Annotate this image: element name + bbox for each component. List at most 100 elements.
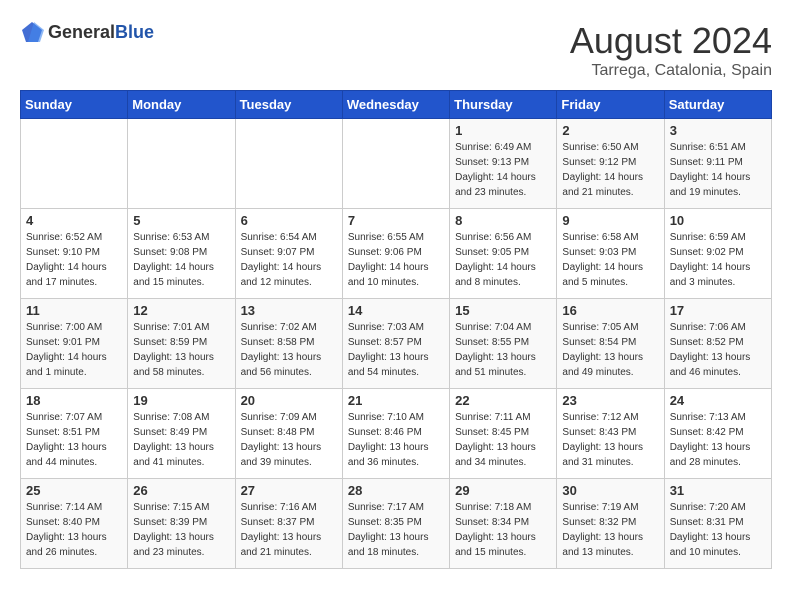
day-info: Sunrise: 7:00 AM Sunset: 9:01 PM Dayligh… (26, 320, 122, 380)
day-info: Sunrise: 6:53 AM Sunset: 9:08 PM Dayligh… (133, 230, 229, 290)
calendar-cell: 30 Sunrise: 7:19 AM Sunset: 8:32 PM Dayli… (557, 479, 664, 569)
day-info: Sunrise: 7:13 AM Sunset: 8:42 PM Dayligh… (670, 410, 766, 470)
weekday-header-wednesday: Wednesday (342, 91, 449, 119)
day-number: 23 (562, 393, 658, 408)
day-number: 16 (562, 303, 658, 318)
title-block: August 2024 Tarrega, Catalonia, Spain (570, 20, 772, 80)
day-info: Sunrise: 6:50 AM Sunset: 9:12 PM Dayligh… (562, 140, 658, 200)
day-number: 28 (348, 483, 444, 498)
day-info: Sunrise: 7:01 AM Sunset: 8:59 PM Dayligh… (133, 320, 229, 380)
day-number: 5 (133, 213, 229, 228)
calendar-cell: 14 Sunrise: 7:03 AM Sunset: 8:57 PM Dayli… (342, 299, 449, 389)
day-info: Sunrise: 6:56 AM Sunset: 9:05 PM Dayligh… (455, 230, 551, 290)
calendar-cell: 1Sunrise: 6:49 AM Sunset: 9:13 PM Daylig… (450, 119, 557, 209)
calendar-cell: 3Sunrise: 6:51 AM Sunset: 9:11 PM Daylig… (664, 119, 771, 209)
logo-general: General (48, 22, 115, 42)
day-number: 27 (241, 483, 337, 498)
day-number: 11 (26, 303, 122, 318)
day-info: Sunrise: 7:20 AM Sunset: 8:31 PM Dayligh… (670, 500, 766, 560)
calendar-cell: 31 Sunrise: 7:20 AM Sunset: 8:31 PM Dayli… (664, 479, 771, 569)
day-info: Sunrise: 7:10 AM Sunset: 8:46 PM Dayligh… (348, 410, 444, 470)
calendar-cell: 17 Sunrise: 7:06 AM Sunset: 8:52 PM Dayli… (664, 299, 771, 389)
day-number: 12 (133, 303, 229, 318)
day-info: Sunrise: 7:14 AM Sunset: 8:40 PM Dayligh… (26, 500, 122, 560)
location-title: Tarrega, Catalonia, Spain (570, 62, 772, 80)
calendar-cell: 9Sunrise: 6:58 AM Sunset: 9:03 PM Daylig… (557, 209, 664, 299)
calendar-cell: 7 Sunrise: 6:55 AM Sunset: 9:06 PM Daylig… (342, 209, 449, 299)
weekday-header-sunday: Sunday (21, 91, 128, 119)
calendar-cell: 26 Sunrise: 7:15 AM Sunset: 8:39 PM Dayli… (128, 479, 235, 569)
calendar-cell (21, 119, 128, 209)
day-info: Sunrise: 7:17 AM Sunset: 8:35 PM Dayligh… (348, 500, 444, 560)
day-number: 21 (348, 393, 444, 408)
day-number: 26 (133, 483, 229, 498)
day-info: Sunrise: 6:54 AM Sunset: 9:07 PM Dayligh… (241, 230, 337, 290)
calendar-cell: 11 Sunrise: 7:00 AM Sunset: 9:01 PM Dayli… (21, 299, 128, 389)
calendar-cell: 6 Sunrise: 6:54 AM Sunset: 9:07 PM Daylig… (235, 209, 342, 299)
calendar-body: 1Sunrise: 6:49 AM Sunset: 9:13 PM Daylig… (21, 119, 772, 569)
day-info: Sunrise: 7:05 AM Sunset: 8:54 PM Dayligh… (562, 320, 658, 380)
day-info: Sunrise: 7:11 AM Sunset: 8:45 PM Dayligh… (455, 410, 551, 470)
calendar-cell (235, 119, 342, 209)
day-info: Sunrise: 7:16 AM Sunset: 8:37 PM Dayligh… (241, 500, 337, 560)
calendar-cell: 25 Sunrise: 7:14 AM Sunset: 8:40 PM Dayli… (21, 479, 128, 569)
calendar-week-5: 25 Sunrise: 7:14 AM Sunset: 8:40 PM Dayli… (21, 479, 772, 569)
day-number: 3 (670, 123, 766, 138)
day-info: Sunrise: 6:49 AM Sunset: 9:13 PM Dayligh… (455, 140, 551, 200)
calendar-table: SundayMondayTuesdayWednesdayThursdayFrid… (20, 90, 772, 569)
day-number: 7 (348, 213, 444, 228)
day-info: Sunrise: 6:52 AM Sunset: 9:10 PM Dayligh… (26, 230, 122, 290)
day-info: Sunrise: 7:18 AM Sunset: 8:34 PM Dayligh… (455, 500, 551, 560)
calendar-cell: 10Sunrise: 6:59 AM Sunset: 9:02 PM Dayli… (664, 209, 771, 299)
day-number: 2 (562, 123, 658, 138)
day-number: 17 (670, 303, 766, 318)
day-info: Sunrise: 7:06 AM Sunset: 8:52 PM Dayligh… (670, 320, 766, 380)
calendar-cell: 13Sunrise: 7:02 AM Sunset: 8:58 PM Dayli… (235, 299, 342, 389)
calendar-cell: 27 Sunrise: 7:16 AM Sunset: 8:37 PM Dayli… (235, 479, 342, 569)
calendar-cell: 12 Sunrise: 7:01 AM Sunset: 8:59 PM Dayli… (128, 299, 235, 389)
calendar-week-2: 4 Sunrise: 6:52 AM Sunset: 9:10 PM Daylig… (21, 209, 772, 299)
calendar-cell: 22 Sunrise: 7:11 AM Sunset: 8:45 PM Dayli… (450, 389, 557, 479)
calendar-cell: 16 Sunrise: 7:05 AM Sunset: 8:54 PM Dayli… (557, 299, 664, 389)
day-info: Sunrise: 7:15 AM Sunset: 8:39 PM Dayligh… (133, 500, 229, 560)
calendar-cell: 20Sunrise: 7:09 AM Sunset: 8:48 PM Dayli… (235, 389, 342, 479)
weekday-header-thursday: Thursday (450, 91, 557, 119)
logo-blue: Blue (115, 22, 154, 42)
calendar-cell: 28 Sunrise: 7:17 AM Sunset: 8:35 PM Dayli… (342, 479, 449, 569)
day-number: 30 (562, 483, 658, 498)
day-info: Sunrise: 7:08 AM Sunset: 8:49 PM Dayligh… (133, 410, 229, 470)
weekday-header-monday: Monday (128, 91, 235, 119)
day-info: Sunrise: 6:58 AM Sunset: 9:03 PM Dayligh… (562, 230, 658, 290)
weekday-header-row: SundayMondayTuesdayWednesdayThursdayFrid… (21, 91, 772, 119)
day-number: 31 (670, 483, 766, 498)
day-number: 24 (670, 393, 766, 408)
logo: GeneralBlue (20, 20, 154, 44)
calendar-cell: 2 Sunrise: 6:50 AM Sunset: 9:12 PM Daylig… (557, 119, 664, 209)
weekday-header-tuesday: Tuesday (235, 91, 342, 119)
day-info: Sunrise: 6:55 AM Sunset: 9:06 PM Dayligh… (348, 230, 444, 290)
weekday-header-saturday: Saturday (664, 91, 771, 119)
day-number: 22 (455, 393, 551, 408)
day-info: Sunrise: 7:19 AM Sunset: 8:32 PM Dayligh… (562, 500, 658, 560)
day-info: Sunrise: 7:03 AM Sunset: 8:57 PM Dayligh… (348, 320, 444, 380)
day-number: 18 (26, 393, 122, 408)
calendar-cell: 15 Sunrise: 7:04 AM Sunset: 8:55 PM Dayli… (450, 299, 557, 389)
page-header: GeneralBlue August 2024 Tarrega, Catalon… (20, 20, 772, 80)
day-info: Sunrise: 7:04 AM Sunset: 8:55 PM Dayligh… (455, 320, 551, 380)
calendar-cell: 21 Sunrise: 7:10 AM Sunset: 8:46 PM Dayli… (342, 389, 449, 479)
month-title: August 2024 (570, 20, 772, 62)
calendar-cell: 4 Sunrise: 6:52 AM Sunset: 9:10 PM Daylig… (21, 209, 128, 299)
day-number: 4 (26, 213, 122, 228)
calendar-cell: 18Sunrise: 7:07 AM Sunset: 8:51 PM Dayli… (21, 389, 128, 479)
day-number: 15 (455, 303, 551, 318)
day-number: 10 (670, 213, 766, 228)
calendar-week-3: 11 Sunrise: 7:00 AM Sunset: 9:01 PM Dayli… (21, 299, 772, 389)
day-number: 25 (26, 483, 122, 498)
day-info: Sunrise: 7:02 AM Sunset: 8:58 PM Dayligh… (241, 320, 337, 380)
calendar-cell (128, 119, 235, 209)
day-number: 6 (241, 213, 337, 228)
day-number: 14 (348, 303, 444, 318)
calendar-cell: 24 Sunrise: 7:13 AM Sunset: 8:42 PM Dayli… (664, 389, 771, 479)
logo-icon (20, 20, 44, 44)
calendar-cell: 23Sunrise: 7:12 AM Sunset: 8:43 PM Dayli… (557, 389, 664, 479)
